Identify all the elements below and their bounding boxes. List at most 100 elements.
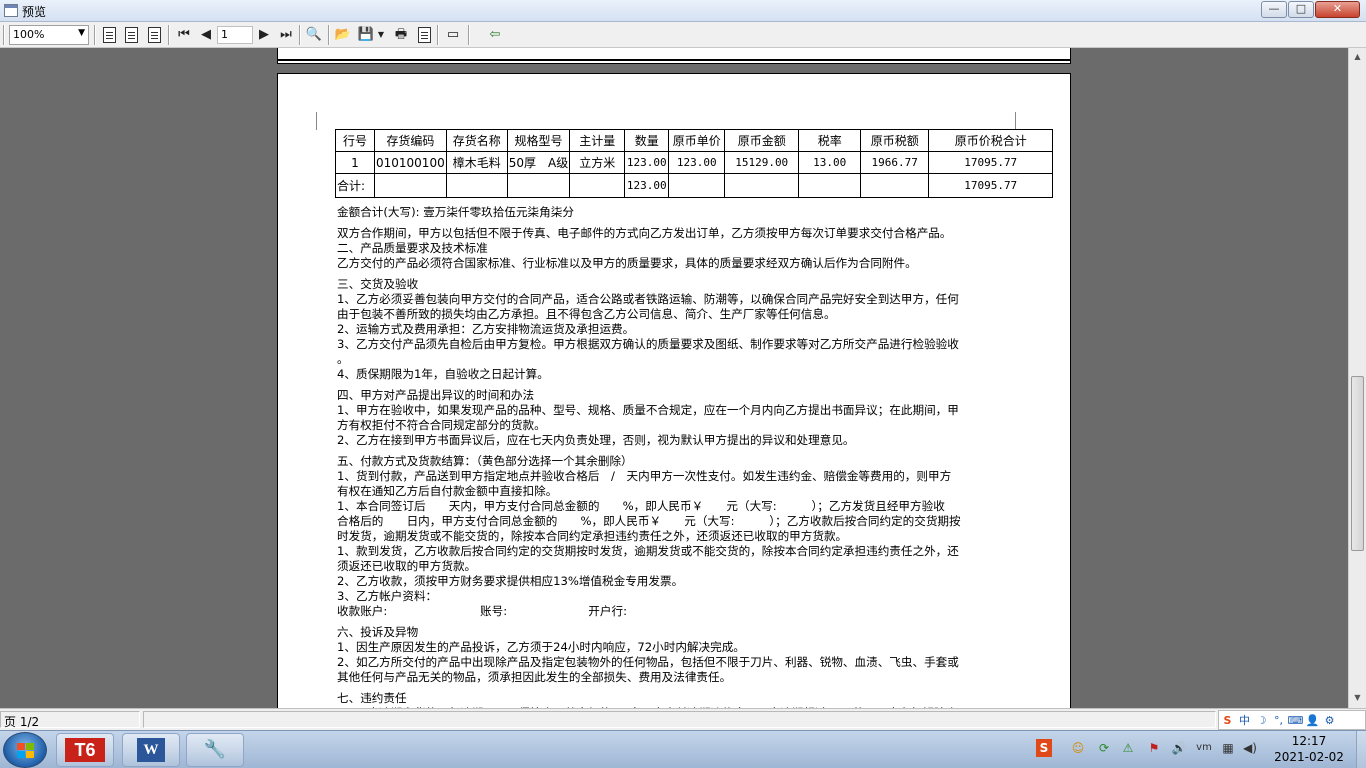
halfwidth-icon[interactable]: ☽ — [1253, 712, 1270, 729]
table-cell — [724, 173, 800, 198]
chevron-down-icon: ▼ — [78, 28, 85, 38]
title-bar: 预览 — □ ✕ — [0, 0, 1366, 22]
keyboard-icon[interactable]: ⌨ — [1287, 712, 1304, 729]
window-icon — [4, 4, 18, 17]
preview-area[interactable]: 行号 存货编码 存货名称 规格型号 主计量 数量 原币单价 原币金额 税率 原币税额 原币价税合计 … — [0, 48, 1348, 708]
table-cell: 123.00 — [624, 151, 670, 174]
start-button[interactable] — [3, 732, 47, 768]
open-button[interactable]: 📂 — [334, 26, 352, 44]
minimize-button[interactable]: — — [1261, 1, 1287, 18]
action-center-icon[interactable]: ⚑ — [1146, 739, 1162, 757]
punctuation-icon[interactable]: °, — [1270, 712, 1287, 729]
toolbar-separator — [437, 25, 439, 45]
speaker-tray-icon[interactable]: 🔊 — [1171, 739, 1187, 757]
sogou-icon[interactable]: S — [1219, 712, 1236, 729]
ime-toolbar[interactable]: S 中 ☽ °, ⌨ 👤 ⚙ — [1218, 710, 1366, 730]
prev-page-button[interactable]: ◀ — [197, 26, 215, 44]
terms-line: 1、本合同签订后 天内，甲方支付合同总金额的 %，即人民币￥ 元（大写: ）；乙… — [337, 499, 945, 513]
page-width-icon — [124, 27, 138, 43]
terms-line: 1、甲方在验收中，如果发现产品的品种、型号、规格、质量不合规定，应在一个月内向乙… — [337, 403, 959, 417]
taskbar-app-tool[interactable]: 🔧 — [186, 733, 244, 767]
table-cell — [506, 173, 571, 198]
table-cell — [569, 173, 626, 198]
next-page-button[interactable]: ▶ — [255, 26, 273, 44]
column-header: 存货名称 — [445, 129, 508, 152]
close-button[interactable]: ✕ — [1315, 1, 1360, 18]
column-header: 存货编码 — [374, 129, 447, 152]
terms-line: 3、乙方帐户资料： — [337, 589, 438, 603]
terms-line: 由于包装不善所致的损失均由乙方承担。且不得包含乙方公司信息、简介、生产厂家等任何… — [337, 307, 836, 321]
vmware-icon[interactable]: vm — [1196, 739, 1212, 757]
qq-icon[interactable]: ☺ — [1070, 739, 1086, 757]
save-dropdown-button[interactable]: ▼ — [376, 26, 386, 44]
clock[interactable]: 12:17 2021-02-02 — [1268, 733, 1350, 765]
page-view-button[interactable] — [145, 26, 163, 44]
terms-line: 3、乙方交付产品须先自检后由甲方复检。甲方根据双方确认的质量要求及图纸、制作要求… — [337, 337, 959, 351]
security-icon[interactable]: ⚠ — [1120, 739, 1136, 757]
table-cell — [668, 173, 726, 198]
frame-icon: ▭ — [446, 27, 460, 42]
print-button[interactable]: 🖶 — [392, 26, 410, 44]
printer-icon: 🖶 — [394, 27, 408, 42]
terms-line: 六、投诉及异物 — [337, 625, 419, 639]
contract-terms: 金额合计(大写): 壹万柒仟零玖拾伍元柒角柒分 双方合作期间，甲方以包括但不限于传… — [337, 205, 1037, 708]
page-status: 页 1/2 — [0, 711, 140, 729]
zoom-select[interactable]: 100% ▼ — [9, 25, 89, 45]
page-width-button[interactable] — [122, 26, 140, 44]
find-button[interactable]: 🔍 — [305, 26, 323, 44]
terms-line: 三、交货及验收 — [337, 277, 419, 291]
document-page: 行号 存货编码 存货名称 规格型号 主计量 数量 原币单价 原币金额 税率 原币税额 原币价税合计 … — [277, 73, 1071, 708]
sogou-tray-icon[interactable]: S — [1036, 739, 1052, 757]
network-icon[interactable]: ▦ — [1220, 739, 1236, 757]
table-cell: 1 — [335, 151, 375, 174]
chevron-down-icon: ▼ — [377, 30, 385, 39]
user-icon[interactable]: 👤 — [1304, 712, 1321, 729]
exit-icon: ⇦ — [489, 27, 501, 42]
terms-line: 其他任何与产品无关的物品，须承担因此发生的全部损失、费用及法律责任。 — [337, 670, 732, 684]
table-cell: 13.00 — [798, 151, 862, 174]
preview-window: 预览 — □ ✕ 100% ▼ ⏮ ◀ 1 ▶ ⏭ 🔍 📂 💾 ▼ 🖶 ▭ ⇦ — [0, 0, 1366, 768]
toolbar-separator — [94, 25, 96, 45]
sync-icon[interactable]: ⟳ — [1096, 739, 1112, 757]
ime-chinese-icon[interactable]: 中 — [1236, 712, 1253, 729]
volume-icon[interactable]: ◀) — [1242, 739, 1258, 757]
scrollbar-thumb[interactable] — [1351, 376, 1364, 551]
save-button[interactable]: 💾 — [357, 26, 375, 44]
vertical-scrollbar[interactable]: ▲ ▼ — [1348, 48, 1366, 708]
status-bar: 页 1/2 S 中 ☽ °, ⌨ 👤 ⚙ — [0, 708, 1366, 730]
terms-line: 2、运输方式及费用承担：乙方安排物流运货及承担运费。 — [337, 322, 635, 336]
taskbar-app-t6[interactable]: T6 — [56, 733, 114, 767]
terms-line: 时发货，逾期发货或不能交货的，除按本合同约定承担违约责任之外，还须返还已收取的甲… — [337, 529, 848, 543]
tool-icon: 🔧 — [203, 739, 227, 760]
show-desktop-button[interactable] — [1356, 731, 1366, 768]
clock-date: 2021-02-02 — [1274, 750, 1344, 764]
column-header: 数量 — [624, 129, 670, 152]
t6-icon: T6 — [65, 738, 105, 762]
last-page-button[interactable]: ⏭ — [277, 26, 295, 44]
exit-button[interactable]: ⇦ — [486, 26, 504, 44]
page-setup-button[interactable] — [415, 26, 433, 44]
scroll-down-button[interactable]: ▼ — [1350, 690, 1365, 706]
taskbar-app-word[interactable]: W — [122, 733, 180, 767]
table-cell: 立方米 — [569, 151, 626, 174]
table-cell: 樟木毛料 — [445, 151, 508, 174]
total-label: 合计: — [335, 173, 375, 198]
frame-button[interactable]: ▭ — [444, 26, 462, 44]
toolbar-separator — [299, 25, 301, 45]
settings-icon[interactable]: ⚙ — [1321, 712, 1338, 729]
page-number-input[interactable]: 1 — [217, 26, 253, 44]
terms-line: 方有权拒付不符合合同规定部分的货款。 — [337, 418, 546, 432]
page-setup-icon — [417, 27, 431, 43]
table-cell — [445, 173, 508, 198]
terms-line: 四、甲方对产品提出异议的时间和办法 — [337, 388, 535, 402]
table-header-row: 行号 存货编码 存货名称 规格型号 主计量 数量 原币单价 原币金额 税率 原币税额 原币价税合计 — [335, 129, 1054, 152]
maximize-button[interactable]: □ — [1288, 1, 1314, 18]
whole-page-button[interactable] — [100, 26, 118, 44]
toolbar: 100% ▼ ⏮ ◀ 1 ▶ ⏭ 🔍 📂 💾 ▼ 🖶 ▭ ⇦ — [0, 22, 1366, 48]
first-page-button[interactable]: ⏮ — [175, 26, 193, 44]
table-cell — [860, 173, 930, 198]
toolbar-separator — [468, 25, 470, 45]
page-icon — [147, 27, 161, 43]
scroll-up-button[interactable]: ▲ — [1350, 49, 1365, 65]
table-cell — [798, 173, 862, 198]
